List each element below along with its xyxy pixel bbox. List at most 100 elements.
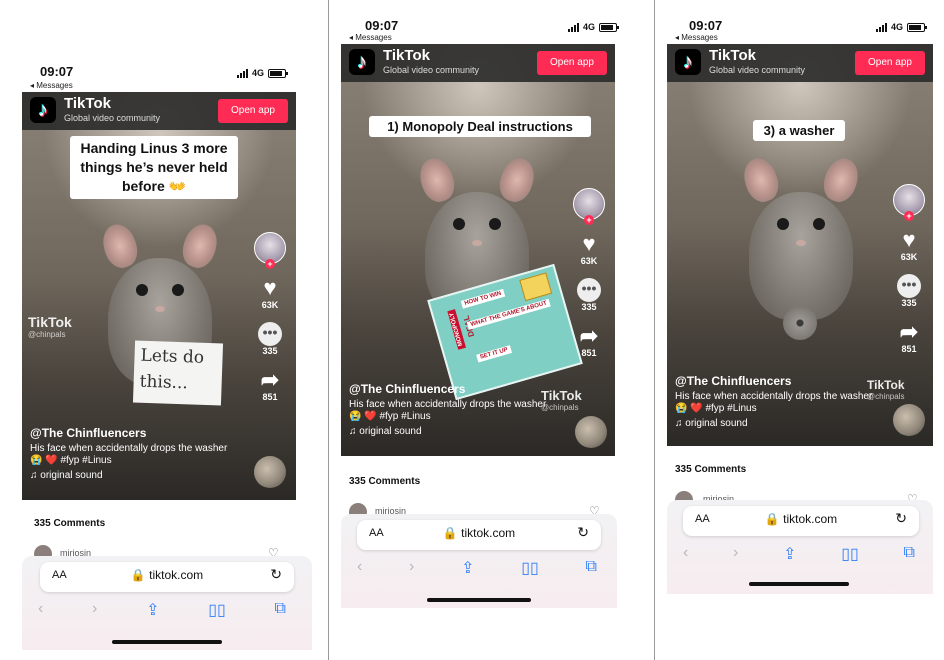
open-app-button[interactable]: Open app bbox=[855, 51, 925, 75]
share-icon[interactable]: ➦ bbox=[569, 324, 609, 348]
open-app-button[interactable]: Open app bbox=[537, 51, 607, 75]
eye bbox=[489, 218, 501, 230]
status-time: 09:07 bbox=[689, 18, 723, 33]
tabs-icon[interactable]: ⧉ bbox=[275, 600, 286, 620]
post-info: @The Chinfluencers His face when acciden… bbox=[30, 426, 250, 481]
follow-plus-icon[interactable]: + bbox=[265, 259, 275, 269]
address-bar[interactable]: AA 🔒 tiktok.com ↻ bbox=[357, 520, 601, 550]
bookmarks-icon[interactable]: ▯▯ bbox=[841, 544, 859, 564]
back-icon[interactable]: ‹ bbox=[38, 600, 43, 620]
tabs-icon[interactable]: ⧉ bbox=[904, 544, 915, 564]
follow-plus-icon[interactable]: + bbox=[904, 211, 914, 221]
app-name: TikTok bbox=[383, 47, 430, 64]
back-icon[interactable]: ‹ bbox=[357, 558, 362, 578]
home-indicator bbox=[427, 598, 531, 602]
back-to-messages-link[interactable]: ◂ Messages bbox=[349, 33, 392, 42]
forward-icon[interactable]: › bbox=[409, 558, 414, 578]
home-indicator bbox=[749, 582, 849, 586]
post-sound[interactable]: ♫ original sound bbox=[349, 426, 569, 437]
share-count: 851 bbox=[262, 392, 278, 402]
video-player[interactable]: ♪ TikTok Global video community Open app… bbox=[667, 44, 933, 446]
post-username[interactable]: @The Chinfluencers bbox=[675, 374, 895, 388]
video-player[interactable]: ♪ TikTok Global video community Open app… bbox=[341, 44, 615, 456]
open-app-button[interactable]: Open app bbox=[218, 99, 288, 123]
sound-disc[interactable] bbox=[575, 416, 607, 448]
back-to-messages-link[interactable]: ◂ Messages bbox=[30, 81, 73, 90]
url-display[interactable]: 🔒 tiktok.com bbox=[683, 512, 919, 526]
share-sheet-icon[interactable]: ⇪ bbox=[783, 544, 796, 564]
post-hashtags[interactable]: 😭 ❤️ #fyp #Linus bbox=[30, 455, 250, 466]
post-description: His face when accidentally drops the was… bbox=[30, 443, 228, 454]
comment-count: 335 bbox=[901, 298, 917, 308]
back-to-messages-link[interactable]: ◂ Messages bbox=[675, 33, 718, 42]
creator-avatar[interactable]: + bbox=[254, 232, 286, 269]
bookmarks-icon[interactable]: ▯▯ bbox=[521, 558, 539, 578]
status-time: 09:07 bbox=[40, 64, 74, 79]
app-subtitle: Global video community bbox=[383, 65, 480, 75]
share-icon[interactable]: ➦ bbox=[889, 320, 929, 344]
post-username[interactable]: @The Chinfluencers bbox=[30, 426, 250, 440]
share-sheet-icon[interactable]: ⇪ bbox=[461, 558, 474, 578]
post-hashtags[interactable]: 😭 ❤️ #fyp #Linus bbox=[675, 403, 895, 414]
comments-header: 335 Comments bbox=[34, 518, 106, 529]
url-display[interactable]: 🔒 tiktok.com bbox=[357, 526, 601, 540]
eye bbox=[777, 218, 789, 230]
address-bar[interactable]: AA 🔒 tiktok.com ↻ bbox=[40, 562, 294, 592]
post-description: His face when accidentally drops the was… bbox=[675, 391, 873, 402]
sound-disc[interactable] bbox=[893, 404, 925, 436]
share-icon[interactable]: ➦ bbox=[250, 368, 290, 392]
tiktok-app-banner: ♪ TikTok Global video community Open app bbox=[22, 92, 296, 130]
creator-avatar[interactable]: + bbox=[573, 188, 605, 225]
signal-bars-icon bbox=[875, 22, 887, 32]
app-name: TikTok bbox=[709, 47, 756, 64]
follow-plus-icon[interactable]: + bbox=[584, 215, 594, 225]
post-username[interactable]: @The Chinfluencers bbox=[349, 382, 569, 396]
music-note-icon: ♫ bbox=[30, 470, 41, 481]
tabs-icon[interactable]: ⧉ bbox=[586, 558, 597, 578]
tiktok-logo-icon: ♪ bbox=[349, 49, 375, 75]
tiktok-logo-icon: ♪ bbox=[675, 49, 701, 75]
back-icon[interactable]: ‹ bbox=[683, 544, 688, 564]
creator-avatar[interactable]: + bbox=[893, 184, 925, 221]
share-sheet-icon[interactable]: ⇪ bbox=[146, 600, 159, 620]
video-caption: 1) Monopoly Deal instructions bbox=[369, 116, 591, 137]
chinchilla-body bbox=[749, 192, 853, 320]
sound-disc[interactable] bbox=[254, 456, 286, 488]
card-line-1: HOW TO WIN bbox=[460, 288, 506, 309]
comment-icon[interactable]: ••• bbox=[577, 278, 601, 302]
video-player[interactable]: ♪ TikTok Global video community Open app… bbox=[22, 92, 296, 500]
comments-header: 335 Comments bbox=[675, 464, 747, 475]
url-display[interactable]: 🔒 tiktok.com bbox=[40, 568, 294, 582]
post-sound[interactable]: ♫ original sound bbox=[675, 418, 895, 429]
comment-icon[interactable]: ••• bbox=[258, 322, 282, 346]
screenshot-panel-1: 09:07 ◂ Messages 4G ♪ TikTok Global vide… bbox=[0, 0, 328, 660]
post-sound[interactable]: ♫ original sound bbox=[30, 470, 250, 481]
card-line-3: SET IT UP bbox=[476, 345, 512, 363]
watermark-handle: @chinpals bbox=[28, 330, 66, 339]
handwritten-sign: Lets do this... bbox=[132, 340, 224, 406]
nose bbox=[472, 240, 482, 246]
post-info: @The Chinfluencers His face when acciden… bbox=[349, 382, 569, 437]
heart-icon[interactable]: ♥ bbox=[889, 228, 929, 252]
bookmarks-icon[interactable]: ▯▯ bbox=[208, 600, 226, 620]
url-text: tiktok.com bbox=[149, 568, 204, 582]
network-label: 4G bbox=[251, 68, 264, 78]
forward-icon[interactable]: › bbox=[92, 600, 97, 620]
forward-icon[interactable]: › bbox=[733, 544, 738, 564]
heart-icon[interactable]: ♥ bbox=[569, 232, 609, 256]
card-token bbox=[519, 272, 553, 302]
safari-nav-row: ‹ › ⇪ ▯▯ ⧉ bbox=[683, 544, 915, 564]
status-time: 09:07 bbox=[365, 18, 399, 33]
watermark-brand: TikTok bbox=[28, 314, 72, 330]
post-hashtags[interactable]: 😭 ❤️ #fyp #Linus bbox=[349, 411, 569, 422]
reload-icon[interactable]: ↻ bbox=[895, 510, 907, 527]
card-brand: MONOPOLY bbox=[447, 308, 467, 350]
heart-icon[interactable]: ♥ bbox=[250, 276, 290, 300]
action-rail: + ♥ 63K ••• 335 ➦ 851 bbox=[889, 184, 929, 354]
comment-icon[interactable]: ••• bbox=[897, 274, 921, 298]
like-count: 63K bbox=[580, 256, 598, 266]
reload-icon[interactable]: ↻ bbox=[577, 524, 589, 541]
washer-object bbox=[783, 306, 817, 340]
reload-icon[interactable]: ↻ bbox=[270, 566, 282, 583]
address-bar[interactable]: AA 🔒 tiktok.com ↻ bbox=[683, 506, 919, 536]
